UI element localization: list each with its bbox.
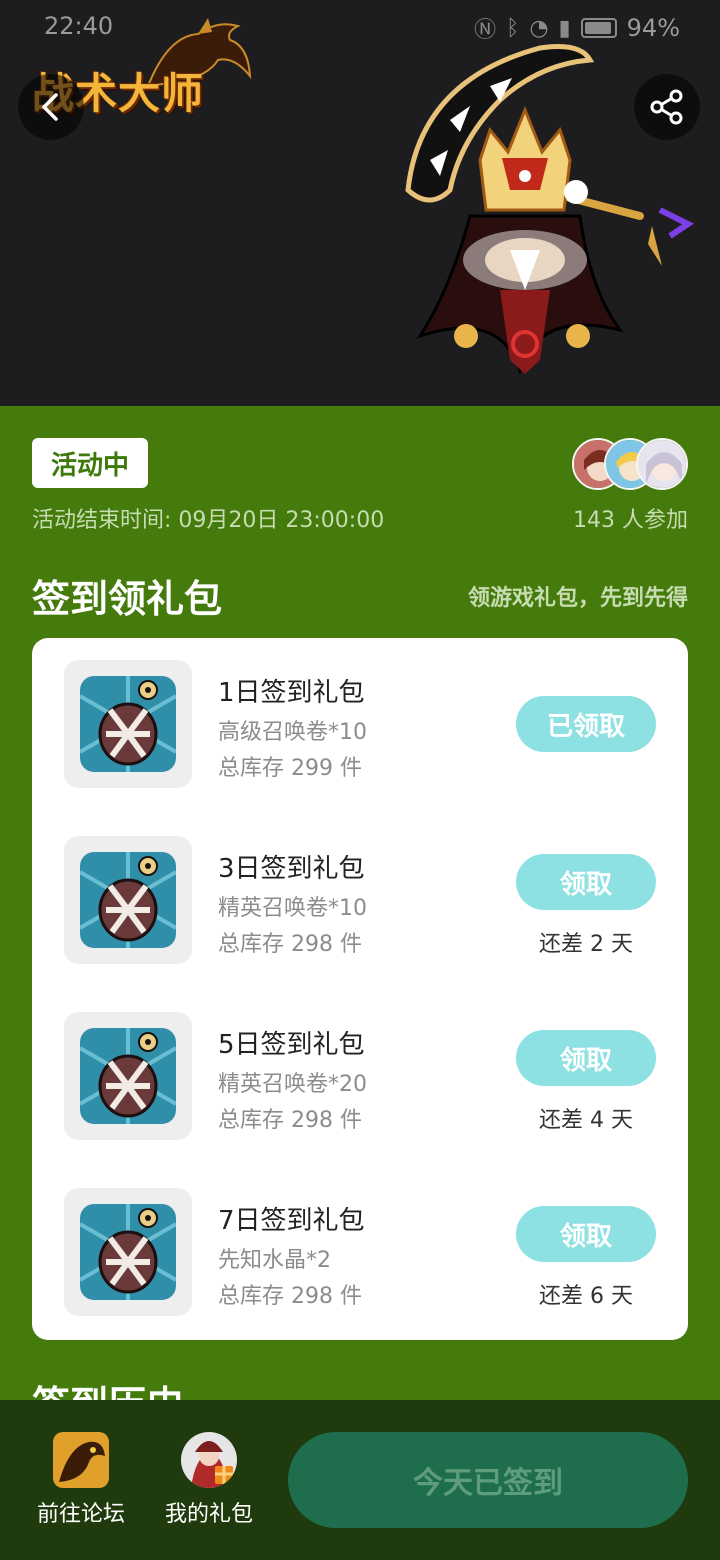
- my-gifts-icon: [181, 1432, 237, 1488]
- signed-in-today-button[interactable]: 今天已签到: [288, 1432, 688, 1528]
- activity-end-time: 活动结束时间: 09月20日 23:00:00: [32, 508, 385, 533]
- battery-icon: [580, 18, 617, 38]
- gift-item: 5日签到礼包 精英召唤卷*20 总库存 298 件 领取 还差 4 天: [64, 1012, 664, 1140]
- battery-percent: 94%: [626, 14, 680, 42]
- hero-banner: 22:40 Ⓝ ᛒ ◔ ▮ 94% 战术大师: [0, 0, 720, 406]
- claimed-button[interactable]: 已领取: [516, 696, 656, 752]
- participant-avatars[interactable]: [572, 438, 688, 490]
- gift-content: 先知水晶*2: [218, 1248, 331, 1273]
- back-button[interactable]: [18, 74, 84, 140]
- participant-count: 143 人参加: [573, 508, 688, 533]
- summon-scroll-icon: [80, 1204, 176, 1300]
- forum-label: 前往论坛: [36, 1502, 125, 1527]
- gift-thumbnail: [64, 1188, 192, 1316]
- section-title: 签到领礼包: [32, 577, 223, 621]
- wifi-icon: ◔: [529, 15, 549, 41]
- gift-list-card: 1日签到礼包 高级召唤卷*10 总库存 299 件 已领取 3日签到礼包 精英召…: [32, 638, 688, 1340]
- my-gifts-label: 我的礼包: [164, 1502, 253, 1527]
- gift-thumbnail: [64, 1012, 192, 1140]
- gift-content: 精英召唤卷*20: [218, 1072, 367, 1097]
- summon-scroll-icon: [80, 1028, 176, 1124]
- gift-stock: 总库存 299 件: [218, 756, 362, 781]
- gift-item: 3日签到礼包 精英召唤卷*10 总库存 298 件 领取 还差 2 天: [64, 836, 664, 964]
- back-arrow-icon: [42, 93, 58, 121]
- summon-scroll-icon: [80, 676, 176, 772]
- my-gifts-nav-item[interactable]: 我的礼包: [154, 1432, 264, 1528]
- avatar: [636, 438, 688, 490]
- gift-thumbnail: [64, 836, 192, 964]
- gift-stock: 总库存 298 件: [218, 1284, 362, 1309]
- gift-title: 7日签到礼包: [218, 1206, 365, 1236]
- gift-content: 高级召唤卷*10: [218, 720, 367, 745]
- bottom-bar: 前往论坛 我的礼包 今天已签到: [0, 1400, 720, 1560]
- claim-button[interactable]: 领取: [516, 1206, 656, 1262]
- sim-icon: ▮: [558, 15, 571, 41]
- gift-title: 5日签到礼包: [218, 1030, 365, 1060]
- gift-thumbnail: [64, 660, 192, 788]
- days-remaining: 还差 2 天: [539, 932, 633, 957]
- days-remaining: 还差 6 天: [539, 1284, 633, 1309]
- forum-game-icon: [53, 1432, 109, 1488]
- gift-title: 1日签到礼包: [218, 678, 365, 708]
- gift-stock: 总库存 298 件: [218, 1108, 362, 1133]
- summon-scroll-icon: [80, 852, 176, 948]
- gift-content: 精英召唤卷*10: [218, 896, 367, 921]
- claim-button[interactable]: 领取: [516, 854, 656, 910]
- gift-stock: 总库存 298 件: [218, 932, 362, 957]
- gift-item: 1日签到礼包 高级召唤卷*10 总库存 299 件 已领取: [64, 660, 664, 788]
- forum-nav-item[interactable]: 前往论坛: [26, 1432, 136, 1528]
- hero-character-art: [405, 44, 694, 375]
- claim-button[interactable]: 领取: [516, 1030, 656, 1086]
- section-hint: 领游戏礼包，先到先得: [467, 586, 688, 611]
- activity-status-badge: 活动中: [32, 438, 148, 488]
- bluetooth-icon: ᛒ: [506, 15, 520, 41]
- days-remaining: 还差 4 天: [539, 1108, 633, 1133]
- gift-title: 3日签到礼包: [218, 854, 365, 884]
- gift-item: 7日签到礼包 先知水晶*2 总库存 298 件 领取 还差 6 天: [64, 1188, 664, 1316]
